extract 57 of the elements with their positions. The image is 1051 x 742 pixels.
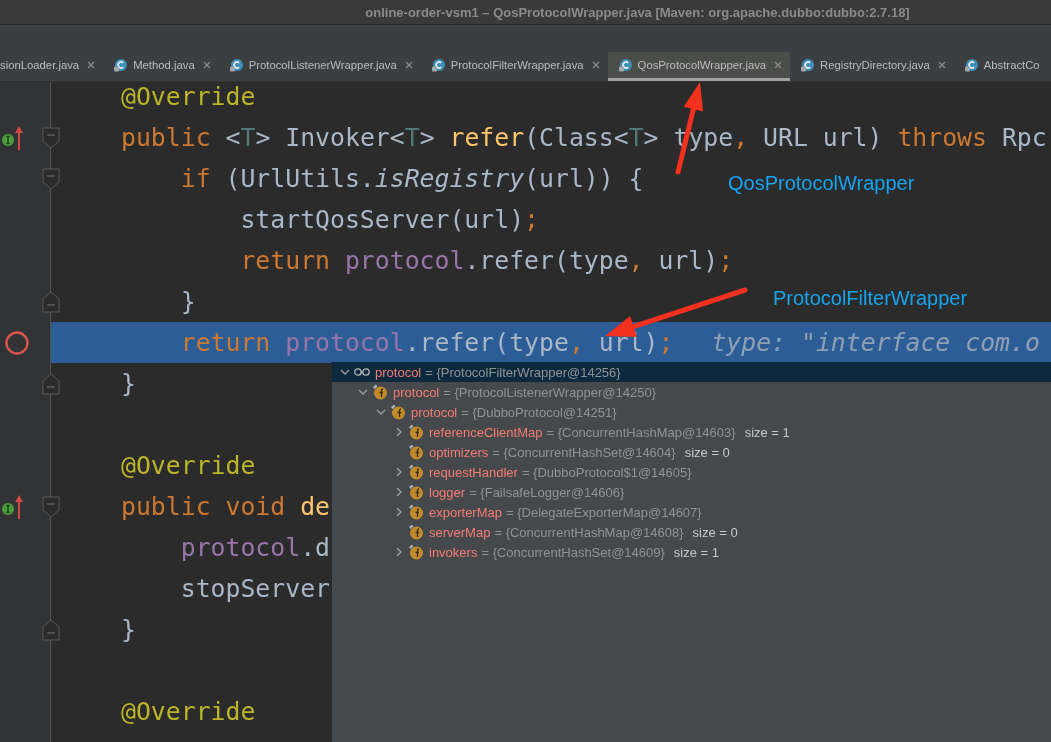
variable-value: = {DubboProtocol$1@14605}	[521, 464, 692, 480]
variable-value: = {DubboProtocol@14251}	[461, 404, 617, 420]
size-label: size = 0	[692, 524, 738, 540]
code-line: @Override	[121, 82, 256, 111]
variable-name: protocol	[375, 364, 422, 380]
editor-tab[interactable]: AbstractCo	[953, 52, 1051, 81]
variable-name: protocol	[411, 404, 458, 420]
code-line: startQosServer(url);	[240, 205, 539, 234]
tree-row[interactable]: referenceClientMap = {ConcurrentHashMap@14603} size = 1	[332, 422, 1051, 442]
variable-name: logger	[429, 484, 466, 500]
variable-value: = {ConcurrentHashMap@14608}	[494, 524, 684, 540]
tree-row[interactable]: serverMap = {ConcurrentHashMap@14608} size = 0	[332, 522, 1051, 542]
variable-value: = {ConcurrentHashSet@14609}	[481, 544, 665, 560]
size-label: size = 1	[673, 544, 719, 560]
code-line: public void de	[121, 492, 331, 521]
code-line: if (UrlUtils.isRegistry(url)) {	[180, 164, 644, 193]
code-line: @Override	[121, 451, 256, 480]
tree-row[interactable]: invokers = {ConcurrentHashSet@14609} size = 1	[332, 542, 1051, 562]
variable-name: referenceClientMap	[429, 424, 543, 440]
editor-tab[interactable]: ProtocolListenerWrapper.java	[218, 52, 421, 81]
tree-row[interactable]: requestHandler = {DubboProtocol$1@14605}	[332, 462, 1051, 482]
editor-tab[interactable]: QosProtocolWrapper.java	[607, 52, 791, 81]
tree-row[interactable]: protocol = {DubboProtocol@14251}	[332, 402, 1051, 422]
size-label: size = 1	[744, 424, 790, 440]
inlay-hint: type: "interface com.o	[711, 328, 1040, 357]
code-line: }	[121, 369, 136, 398]
tree-row[interactable]: protocol = {ProtocolFilterWrapper@14256}	[332, 362, 1051, 382]
variable-value: = {ProtocolFilterWrapper@14256}	[425, 364, 621, 380]
editor-tab[interactable]: ProtocolFilterWrapper.java	[420, 52, 608, 81]
variable-value: = {ProtocolListenerWrapper@14250}	[443, 384, 657, 400]
variable-name: optimizers	[429, 444, 489, 460]
code-line: }	[180, 287, 196, 316]
variable-name: serverMap	[429, 524, 491, 540]
editor-tab[interactable]: sionLoader.java	[0, 52, 104, 81]
window-title: online-order-vsm1 – QosProtocolWrapper.java [Maven: org.apache.dubbo:dubbo:2.7.18]	[365, 4, 910, 20]
variable-value: = {ConcurrentHashSet@14604}	[492, 444, 676, 460]
tree-row[interactable]: protocol = {ProtocolListenerWrapper@14250}	[332, 382, 1051, 402]
variable-value: = {FailsafeLogger@14606}	[469, 484, 625, 500]
variable-name: protocol	[393, 384, 440, 400]
tree-row[interactable]: exporterMap = {DelegateExporterMap@14607}	[332, 502, 1051, 522]
annotation-label: ProtocolFilterWrapper	[773, 287, 968, 310]
variable-name: requestHandler	[429, 464, 518, 480]
tree-row[interactable]: logger = {FailsafeLogger@14606}	[332, 482, 1051, 502]
tree-row[interactable]: optimizers = {ConcurrentHashSet@14604} size = 0	[332, 442, 1051, 462]
size-label: size = 0	[684, 444, 730, 460]
annotation-label: QosProtocolWrapper	[728, 172, 915, 195]
variable-name: invokers	[429, 544, 478, 560]
editor-tab[interactable]: RegistryDirectory.java	[790, 52, 954, 81]
code-line: stopServer	[180, 574, 330, 603]
variable-value: = {ConcurrentHashMap@14603}	[546, 424, 736, 440]
code-line: protocol.d	[180, 533, 330, 562]
editor-tab[interactable]: Method.java	[103, 52, 219, 81]
code-line: return protocol.refer(type, url);	[240, 246, 734, 275]
code-line: }	[121, 615, 136, 644]
variable-value: = {DelegateExporterMap@14607}	[506, 504, 702, 520]
variable-name: exporterMap	[429, 504, 502, 520]
code-line: @Override	[121, 697, 256, 726]
